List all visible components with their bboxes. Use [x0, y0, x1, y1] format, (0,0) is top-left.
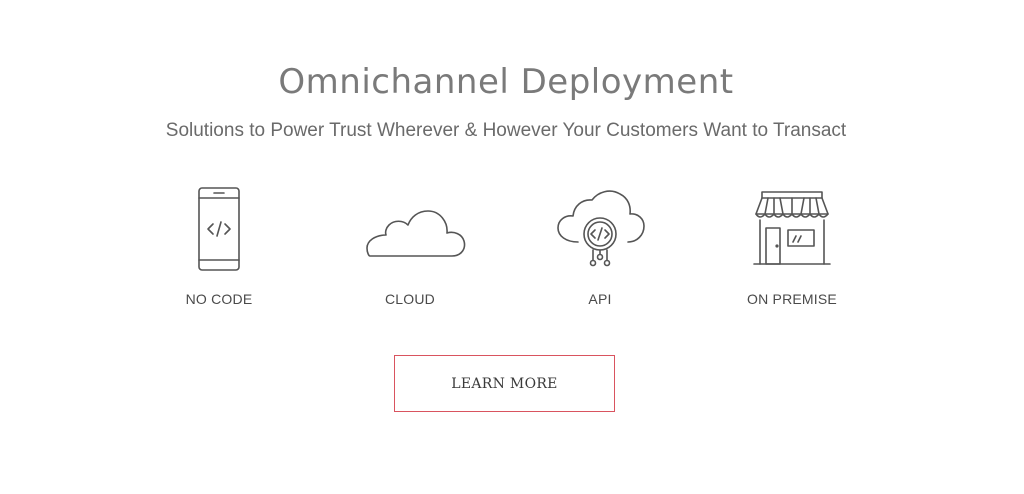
cloud-api-icon [557, 190, 645, 267]
feature-label-cloud: CLOUD [384, 291, 435, 307]
feature-on-premise: ON PREMISE [712, 184, 872, 314]
learn-more-button[interactable]: LEARN MORE [394, 355, 615, 412]
feature-no-code: NO CODE [139, 184, 299, 314]
feature-label-on-premise: ON PREMISE [747, 291, 837, 307]
feature-label-api: API [588, 291, 612, 307]
section-subtitle: Solutions to Power Trust Wherever & Howe… [165, 120, 847, 141]
section-title: Omnichannel Deployment [278, 62, 734, 102]
feature-cloud: CLOUD [330, 184, 490, 314]
storefront-icon [753, 191, 831, 265]
mobile-code-icon [198, 187, 240, 271]
feature-label-no-code: NO CODE [185, 291, 253, 307]
feature-api: API [520, 184, 680, 314]
cloud-icon [366, 210, 466, 257]
